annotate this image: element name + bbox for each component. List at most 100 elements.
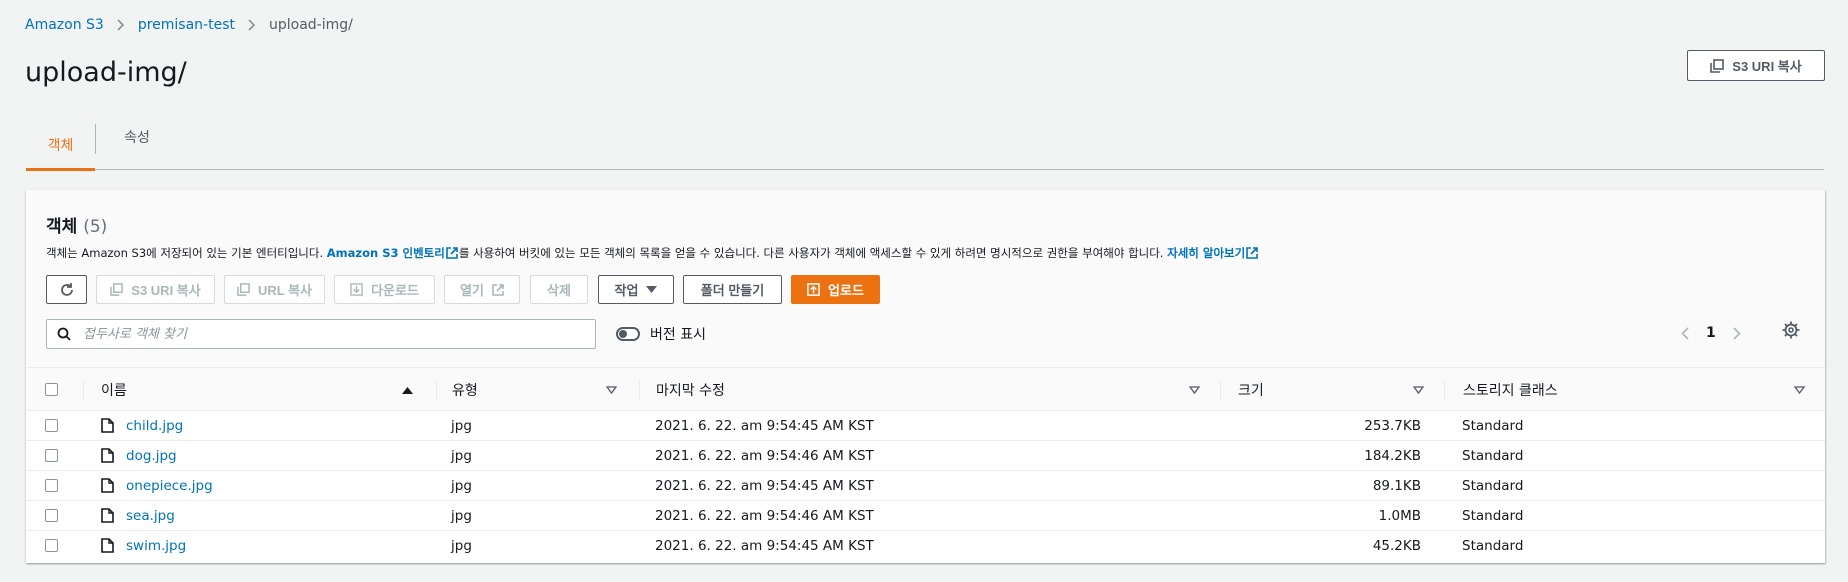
object-size: 89.1KB (1372, 478, 1421, 494)
object-size: 184.2KB (1364, 448, 1421, 464)
copy-url-label: URL 복사 (257, 283, 312, 298)
row-checkbox[interactable] (45, 449, 58, 462)
create-folder-button[interactable]: 폴더 만들기 (683, 275, 782, 304)
actions-dropdown[interactable]: 작업 (598, 275, 674, 304)
row-checkbox[interactable] (45, 419, 58, 432)
table-header: 이름 유형 마지막 수정 크기 스토리지 클래스 (26, 367, 1825, 411)
object-storage-class: Standard (1462, 418, 1524, 434)
sort-ascending-icon[interactable] (402, 368, 413, 412)
panel-title-text: 객체 (46, 217, 78, 237)
copy-s3-uri-toolbar-button[interactable]: S3 URI 복사 (96, 275, 215, 304)
object-type: jpg (451, 478, 472, 494)
current-page[interactable]: 1 (1706, 325, 1716, 341)
table-row: onepiece.jpg jpg 2021. 6. 22. am 9:54:45… (26, 471, 1825, 501)
copy-s3-uri-button[interactable]: S3 URI 복사 (1687, 50, 1825, 81)
column-name[interactable]: 이름 (101, 368, 127, 412)
select-all-checkbox[interactable] (45, 383, 58, 396)
column-divider (1220, 379, 1221, 401)
description-text-2: 를 사용하여 버킷에 있는 모든 객체의 목록을 얻을 수 있습니다. 다른 사… (458, 246, 1168, 260)
caret-down-icon (646, 285, 658, 294)
sort-icon[interactable] (606, 368, 617, 412)
column-type[interactable]: 유형 (452, 368, 478, 412)
column-divider (436, 379, 437, 401)
file-icon (101, 478, 114, 497)
row-checkbox[interactable] (45, 509, 58, 522)
sort-icon[interactable] (1794, 368, 1805, 412)
delete-button[interactable]: 삭제 (530, 275, 588, 304)
object-size: 253.7KB (1364, 418, 1421, 434)
object-storage-class: Standard (1462, 448, 1524, 464)
object-name-link[interactable]: sea.jpg (126, 501, 175, 531)
table-row: child.jpg jpg 2021. 6. 22. am 9:54:45 AM… (26, 411, 1825, 441)
object-type: jpg (451, 538, 472, 554)
chevron-right-icon (248, 19, 256, 31)
search-input[interactable] (81, 325, 561, 343)
upload-icon (807, 283, 820, 296)
column-divider (639, 379, 640, 401)
chevron-left-icon[interactable] (1681, 326, 1689, 340)
object-last-modified: 2021. 6. 22. am 9:54:45 AM KST (655, 478, 874, 494)
panel-title: 객체 (5) (46, 212, 107, 237)
table-row: sea.jpg jpg 2021. 6. 22. am 9:54:46 AM K… (26, 501, 1825, 531)
object-name-link[interactable]: onepiece.jpg (126, 471, 213, 501)
page-title: upload-img/ (25, 57, 187, 88)
tab-properties[interactable]: 속성 (116, 112, 158, 162)
column-storage-class[interactable]: 스토리지 클래스 (1463, 368, 1558, 412)
tab-divider (95, 124, 96, 154)
column-divider (1444, 379, 1445, 401)
panel-header: 객체 (5) 객체는 Amazon S3에 저장되어 있는 기본 엔터티입니다.… (26, 190, 1825, 367)
object-count: (5) (83, 217, 108, 237)
object-last-modified: 2021. 6. 22. am 9:54:46 AM KST (655, 508, 874, 524)
show-versions-toggle[interactable] (616, 327, 640, 341)
row-checkbox[interactable] (45, 479, 58, 492)
object-storage-class: Standard (1462, 478, 1524, 494)
tab-objects[interactable]: 객체 (26, 120, 95, 171)
copy-url-button[interactable]: URL 복사 (224, 275, 325, 304)
download-icon (350, 283, 363, 296)
pagination: 1 (1681, 318, 1741, 348)
show-versions: 버전 표시 (616, 324, 706, 344)
show-versions-label: 버전 표시 (650, 327, 706, 343)
column-divider (83, 379, 84, 401)
object-name-link[interactable]: dog.jpg (126, 441, 177, 471)
open-button[interactable]: 열기 (444, 275, 520, 304)
refresh-button[interactable] (46, 275, 87, 304)
chevron-right-icon[interactable] (1733, 326, 1741, 340)
upload-button[interactable]: 업로드 (791, 275, 880, 304)
object-type: jpg (451, 448, 472, 464)
breadcrumb-amazon-s3[interactable]: Amazon S3 (25, 17, 104, 33)
inventory-link[interactable]: Amazon S3 인벤토리 (327, 246, 445, 260)
object-last-modified: 2021. 6. 22. am 9:54:45 AM KST (655, 418, 874, 434)
column-size[interactable]: 크기 (1238, 368, 1264, 412)
gear-icon[interactable] (1782, 321, 1800, 339)
delete-label: 삭제 (547, 283, 571, 298)
breadcrumb-bucket[interactable]: premisan-test (138, 17, 235, 33)
object-last-modified: 2021. 6. 22. am 9:54:45 AM KST (655, 538, 874, 554)
copy-icon (1710, 58, 1725, 73)
learn-more-link[interactable]: 자세히 알아보기 (1167, 246, 1245, 260)
breadcrumb: Amazon S3 premisan-test upload-img/ (25, 15, 353, 35)
object-last-modified: 2021. 6. 22. am 9:54:46 AM KST (655, 448, 874, 464)
column-last-modified[interactable]: 마지막 수정 (656, 368, 725, 412)
description-text: 객체는 Amazon S3에 저장되어 있는 기본 엔터티입니다. (46, 246, 327, 260)
objects-table: 이름 유형 마지막 수정 크기 스토리지 클래스 child.jpg jpg 2… (26, 367, 1825, 561)
row-checkbox[interactable] (45, 539, 58, 552)
upload-label: 업로드 (828, 283, 864, 298)
table-row: swim.jpg jpg 2021. 6. 22. am 9:54:45 AM … (26, 531, 1825, 561)
sort-icon[interactable] (1413, 368, 1424, 412)
refresh-icon (59, 282, 75, 298)
copy-icon (237, 283, 250, 296)
search-icon (57, 327, 71, 341)
object-storage-class: Standard (1462, 538, 1524, 554)
actions-label: 작업 (614, 283, 639, 298)
file-icon (101, 508, 114, 527)
object-name-link[interactable]: swim.jpg (126, 531, 186, 561)
object-size: 45.2KB (1372, 538, 1421, 554)
sort-icon[interactable] (1189, 368, 1200, 412)
copy-s3-uri-label: S3 URI 복사 (1732, 59, 1802, 74)
copy-s3-uri-toolbar-label: S3 URI 복사 (131, 283, 201, 298)
download-button[interactable]: 다운로드 (334, 275, 435, 304)
external-link-icon (446, 247, 458, 262)
search-box (46, 319, 596, 349)
object-name-link[interactable]: child.jpg (126, 411, 183, 441)
